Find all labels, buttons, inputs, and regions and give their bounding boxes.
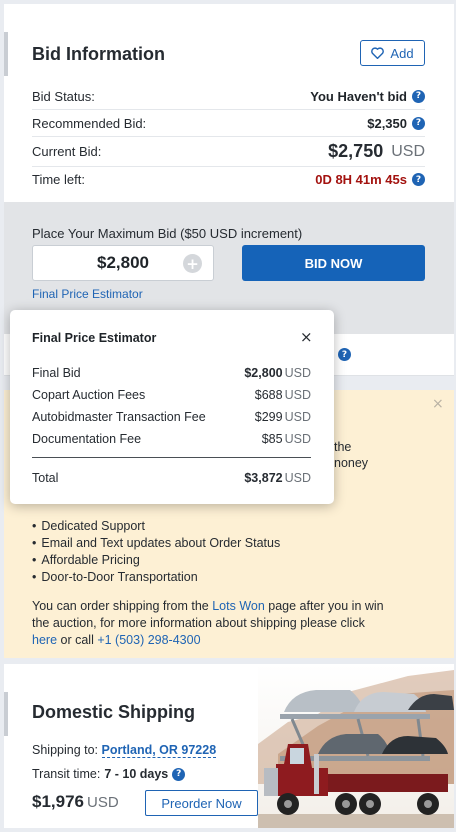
transit-time-line: Transit time: 7 - 10 days ? bbox=[32, 767, 186, 781]
max-bid-caption: Place Your Maximum Bid ($50 USD incremen… bbox=[32, 226, 303, 241]
current-bid-row: Current Bid: $2,750 USD bbox=[32, 137, 425, 167]
here-link[interactable]: here bbox=[32, 633, 57, 647]
bid-information-section: Bid Information Add Bid Status: You Have… bbox=[4, 4, 454, 202]
increment-bid-button[interactable]: + bbox=[183, 254, 202, 273]
transit-time-value: 7 - 10 days bbox=[104, 767, 169, 781]
bid-status-row: Bid Status: You Haven't bid ? bbox=[32, 83, 425, 110]
estimator-row-label: Documentation Fee bbox=[32, 432, 142, 446]
help-icon[interactable]: ? bbox=[172, 767, 186, 781]
transit-time-label: Transit time: bbox=[32, 767, 101, 781]
estimator-row-final-bid: Final Bid $2,800 USD bbox=[32, 366, 311, 380]
recommended-bid-value: $2,350 bbox=[367, 115, 407, 131]
preorder-now-button[interactable]: Preorder Now bbox=[145, 790, 258, 816]
time-left-row: Time left: 0D 8H 41m 45s ? bbox=[32, 166, 425, 193]
section-accent-bar bbox=[4, 32, 8, 76]
estimator-row-amount: $2,800 bbox=[244, 366, 283, 380]
car-transporter-image bbox=[258, 664, 454, 828]
estimator-row-total: Total $3,872 USD bbox=[32, 471, 311, 485]
promo-text-fragment: noney bbox=[334, 456, 369, 470]
promo-benefits-list: Dedicated Support Email and Text updates… bbox=[32, 518, 280, 586]
estimator-row-auction-fees: Copart Auction Fees $688 USD bbox=[32, 388, 311, 402]
promo-text: You can order shipping from the bbox=[32, 599, 213, 613]
estimator-row-transaction-fee: Autobidmaster Transaction Fee $299 USD bbox=[32, 410, 311, 424]
help-icon[interactable]: ? bbox=[412, 89, 425, 103]
shipping-price-amount: $1,976 bbox=[32, 792, 84, 811]
bid-now-button[interactable]: BID NOW bbox=[242, 245, 425, 281]
estimator-total-currency: USD bbox=[284, 471, 311, 485]
current-bid-amount: $2,750 bbox=[328, 141, 384, 161]
promo-paragraph: You can order shipping from the Lots Won… bbox=[32, 598, 392, 649]
estimator-row-currency: USD bbox=[284, 388, 311, 402]
shipping-price: $1,976 USD bbox=[32, 792, 119, 812]
shipping-to-label: Shipping to: bbox=[32, 743, 99, 757]
estimator-row-label: Final Bid bbox=[32, 366, 81, 380]
bid-information-title: Bid Information bbox=[32, 44, 165, 64]
add-button-label: Add bbox=[390, 45, 414, 61]
heart-icon bbox=[371, 47, 385, 59]
estimator-total-label: Total bbox=[32, 471, 59, 485]
estimator-row-documentation-fee: Documentation Fee $85 USD bbox=[32, 432, 311, 446]
estimator-row-currency: USD bbox=[284, 432, 311, 446]
promo-text: or call bbox=[57, 633, 98, 647]
final-price-estimator-popup: Final Price Estimator × Final Bid $2,800… bbox=[10, 310, 334, 504]
estimator-row-amount: $688 bbox=[254, 388, 283, 402]
estimator-total-amount: $3,872 bbox=[244, 471, 283, 485]
list-item: Email and Text updates about Order Statu… bbox=[32, 535, 280, 552]
estimator-row-amount: $85 bbox=[261, 432, 283, 446]
estimator-row-amount: $299 bbox=[254, 410, 283, 424]
shipping-price-currency: USD bbox=[87, 794, 119, 811]
shipping-to-line: Shipping to: Portland, OR 97228 bbox=[32, 743, 217, 758]
popup-title: Final Price Estimator bbox=[32, 331, 157, 345]
max-bid-value: $2,800 bbox=[97, 253, 149, 272]
section-accent-bar bbox=[4, 692, 8, 736]
list-item: Dedicated Support bbox=[32, 518, 280, 535]
close-promo-icon[interactable]: × bbox=[432, 396, 444, 412]
current-bid-currency: USD bbox=[391, 142, 425, 160]
estimator-row-label: Autobidmaster Transaction Fee bbox=[32, 410, 206, 424]
help-icon[interactable]: ? bbox=[412, 116, 425, 130]
current-bid-label: Current Bid: bbox=[32, 144, 102, 159]
recommended-bid-row: Recommended Bid: $2,350 ? bbox=[32, 110, 425, 137]
phone-link[interactable]: +1 (503) 298-4300 bbox=[97, 633, 200, 647]
list-item: Affordable Pricing bbox=[32, 552, 280, 569]
shipping-location-link[interactable]: Portland, OR 97228 bbox=[101, 743, 217, 758]
list-item: Door-to-Door Transportation bbox=[32, 569, 280, 586]
domestic-shipping-title: Domestic Shipping bbox=[32, 702, 196, 722]
recommended-bid-label: Recommended Bid: bbox=[32, 115, 147, 131]
time-left-value: 0D 8H 41m 45s bbox=[315, 172, 407, 187]
domestic-shipping-section: Domestic Shipping Shipping to: Portland,… bbox=[4, 664, 454, 828]
final-price-estimator-link[interactable]: Final Price Estimator bbox=[32, 287, 143, 301]
bid-status-label: Bid Status: bbox=[32, 88, 95, 104]
divider bbox=[32, 457, 311, 458]
lots-won-link[interactable]: Lots Won bbox=[212, 599, 265, 613]
estimator-row-label: Copart Auction Fees bbox=[32, 388, 146, 402]
estimator-row-currency: USD bbox=[284, 366, 311, 380]
bid-status-value: You Haven't bid bbox=[310, 88, 407, 104]
close-icon[interactable]: × bbox=[300, 328, 313, 346]
help-icon[interactable]: ? bbox=[412, 173, 425, 186]
promo-text-fragment: the bbox=[334, 440, 352, 454]
help-icon[interactable]: ? bbox=[338, 348, 351, 361]
estimator-row-currency: USD bbox=[284, 410, 311, 424]
max-bid-input[interactable]: $2,800 + bbox=[32, 245, 214, 281]
time-left-label: Time left: bbox=[32, 172, 85, 187]
add-to-watchlist-button[interactable]: Add bbox=[360, 40, 425, 66]
